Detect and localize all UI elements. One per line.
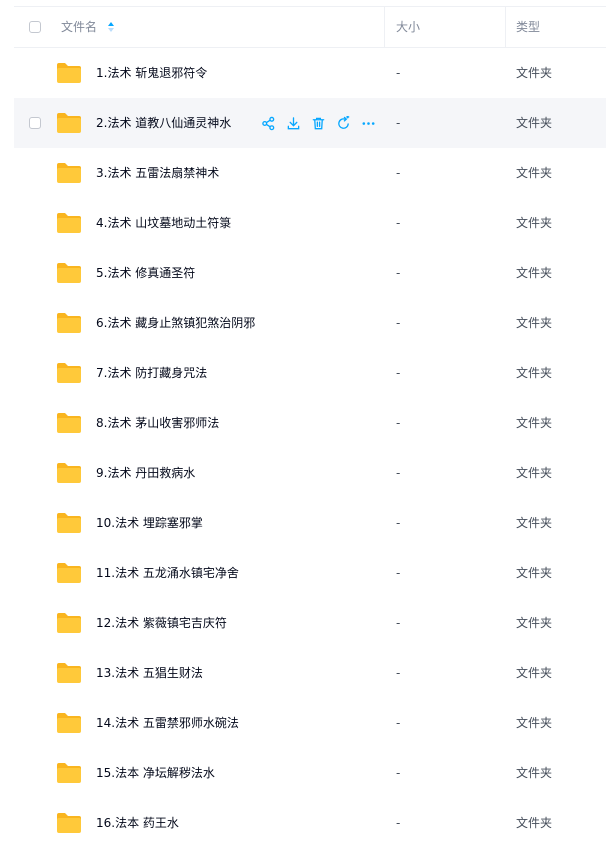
file-row[interactable]: 12.法术 紫薇镇宅吉庆符 - 文件夹: [14, 598, 606, 648]
file-row[interactable]: 2.法术 道教八仙通灵神水 - 文件夹: [14, 98, 606, 148]
file-size: -: [396, 216, 401, 230]
file-name[interactable]: 4.法术 山坟墓地动土符箓: [96, 198, 231, 248]
column-divider[interactable]: [384, 7, 385, 47]
file-type: 文件夹: [516, 66, 553, 80]
file-type: 文件夹: [516, 816, 553, 830]
file-row[interactable]: 10.法术 埋踪塞邪掌 - 文件夹: [14, 498, 606, 548]
file-type: 文件夹: [516, 716, 553, 730]
table-header: 文件名 大小 类型: [14, 6, 606, 48]
file-row[interactable]: 14.法术 五雷禁邪师水碗法 - 文件夹: [14, 698, 606, 748]
file-row[interactable]: 4.法术 山坟墓地动土符箓 - 文件夹: [14, 198, 606, 248]
file-name[interactable]: 14.法术 五雷禁邪师水碗法: [96, 698, 239, 748]
folder-icon: [56, 262, 82, 284]
file-row[interactable]: 11.法术 五龙涌水镇宅净舍 - 文件夹: [14, 548, 606, 598]
file-name[interactable]: 9.法术 丹田救病水: [96, 448, 195, 498]
file-type: 文件夹: [516, 166, 553, 180]
folder-icon: [56, 362, 82, 384]
folder-icon: [56, 212, 82, 234]
file-row[interactable]: 7.法术 防打藏身咒法 - 文件夹: [14, 348, 606, 398]
file-name[interactable]: 3.法术 五雷法扇禁神术: [96, 148, 219, 198]
restore-icon[interactable]: [334, 114, 352, 132]
file-type: 文件夹: [516, 516, 553, 530]
file-row[interactable]: 6.法术 藏身止煞镇犯煞治阴邪 - 文件夹: [14, 298, 606, 348]
column-header-size[interactable]: 大小: [396, 7, 420, 47]
file-size: -: [396, 666, 401, 680]
file-name[interactable]: 13.法术 五猖生财法: [96, 648, 203, 698]
file-row[interactable]: 16.法本 药王水 - 文件夹: [14, 798, 606, 848]
folder-icon: [56, 512, 82, 534]
file-size: -: [396, 466, 401, 480]
file-name[interactable]: 8.法术 茅山收害邪师法: [96, 398, 219, 448]
folder-icon: [56, 612, 82, 634]
file-table: 文件名 大小 类型 1.法术 斩鬼退邪符令 - 文件夹 2.法术 道教八仙通灵神水 - 文…: [14, 6, 606, 848]
file-size: -: [396, 716, 401, 730]
file-size: -: [396, 416, 401, 430]
file-name[interactable]: 16.法本 药王水: [96, 798, 179, 848]
file-name[interactable]: 11.法术 五龙涌水镇宅净舍: [96, 548, 239, 598]
file-type: 文件夹: [516, 566, 553, 580]
file-row[interactable]: 13.法术 五猖生财法 - 文件夹: [14, 648, 606, 698]
download-icon[interactable]: [284, 114, 302, 132]
row-actions: [259, 114, 377, 132]
file-size: -: [396, 366, 401, 380]
file-type: 文件夹: [516, 616, 553, 630]
file-row[interactable]: 5.法术 修真通圣符 - 文件夹: [14, 248, 606, 298]
folder-icon: [56, 162, 82, 184]
column-header-type[interactable]: 类型: [516, 7, 540, 47]
file-name[interactable]: 6.法术 藏身止煞镇犯煞治阴邪: [96, 298, 255, 348]
file-type: 文件夹: [516, 316, 553, 330]
file-type: 文件夹: [516, 266, 553, 280]
file-row[interactable]: 1.法术 斩鬼退邪符令 - 文件夹: [14, 48, 606, 98]
file-type: 文件夹: [516, 466, 553, 480]
sort-icon[interactable]: [107, 20, 115, 34]
file-type: 文件夹: [516, 766, 553, 780]
file-size: -: [396, 166, 401, 180]
file-row[interactable]: 9.法术 丹田救病水 - 文件夹: [14, 448, 606, 498]
file-size: -: [396, 516, 401, 530]
row-checkbox[interactable]: [29, 117, 41, 129]
file-size: -: [396, 616, 401, 630]
file-name[interactable]: 10.法术 埋踪塞邪掌: [96, 498, 203, 548]
folder-icon: [56, 62, 82, 84]
file-size: -: [396, 766, 401, 780]
folder-icon: [56, 412, 82, 434]
more-icon[interactable]: [359, 114, 377, 132]
folder-icon: [56, 662, 82, 684]
file-name[interactable]: 5.法术 修真通圣符: [96, 248, 195, 298]
file-list: 1.法术 斩鬼退邪符令 - 文件夹 2.法术 道教八仙通灵神水 - 文件夹 3.法术 五雷法…: [14, 48, 606, 848]
file-size: -: [396, 116, 401, 130]
folder-icon: [56, 762, 82, 784]
file-type: 文件夹: [516, 416, 553, 430]
file-row[interactable]: 8.法术 茅山收害邪师法 - 文件夹: [14, 398, 606, 448]
folder-icon: [56, 312, 82, 334]
file-type: 文件夹: [516, 666, 553, 680]
folder-icon: [56, 562, 82, 584]
file-size: -: [396, 266, 401, 280]
file-size: -: [396, 566, 401, 580]
folder-icon: [56, 112, 82, 134]
file-type: 文件夹: [516, 366, 553, 380]
select-all-checkbox[interactable]: [29, 21, 41, 33]
folder-icon: [56, 712, 82, 734]
folder-icon: [56, 462, 82, 484]
file-name[interactable]: 12.法术 紫薇镇宅吉庆符: [96, 598, 227, 648]
file-row[interactable]: 15.法本 净坛解秽法水 - 文件夹: [14, 748, 606, 798]
file-row[interactable]: 3.法术 五雷法扇禁神术 - 文件夹: [14, 148, 606, 198]
file-size: -: [396, 316, 401, 330]
column-divider[interactable]: [505, 7, 506, 47]
file-type: 文件夹: [516, 216, 553, 230]
folder-icon: [56, 812, 82, 834]
file-name[interactable]: 7.法术 防打藏身咒法: [96, 348, 207, 398]
share-icon[interactable]: [259, 114, 277, 132]
file-name[interactable]: 2.法术 道教八仙通灵神水: [96, 98, 231, 148]
delete-icon[interactable]: [309, 114, 327, 132]
column-header-name[interactable]: 文件名: [61, 7, 97, 47]
file-name[interactable]: 1.法术 斩鬼退邪符令: [96, 48, 207, 98]
file-size: -: [396, 66, 401, 80]
file-type: 文件夹: [516, 116, 553, 130]
file-size: -: [396, 816, 401, 830]
file-name[interactable]: 15.法本 净坛解秽法水: [96, 748, 215, 798]
